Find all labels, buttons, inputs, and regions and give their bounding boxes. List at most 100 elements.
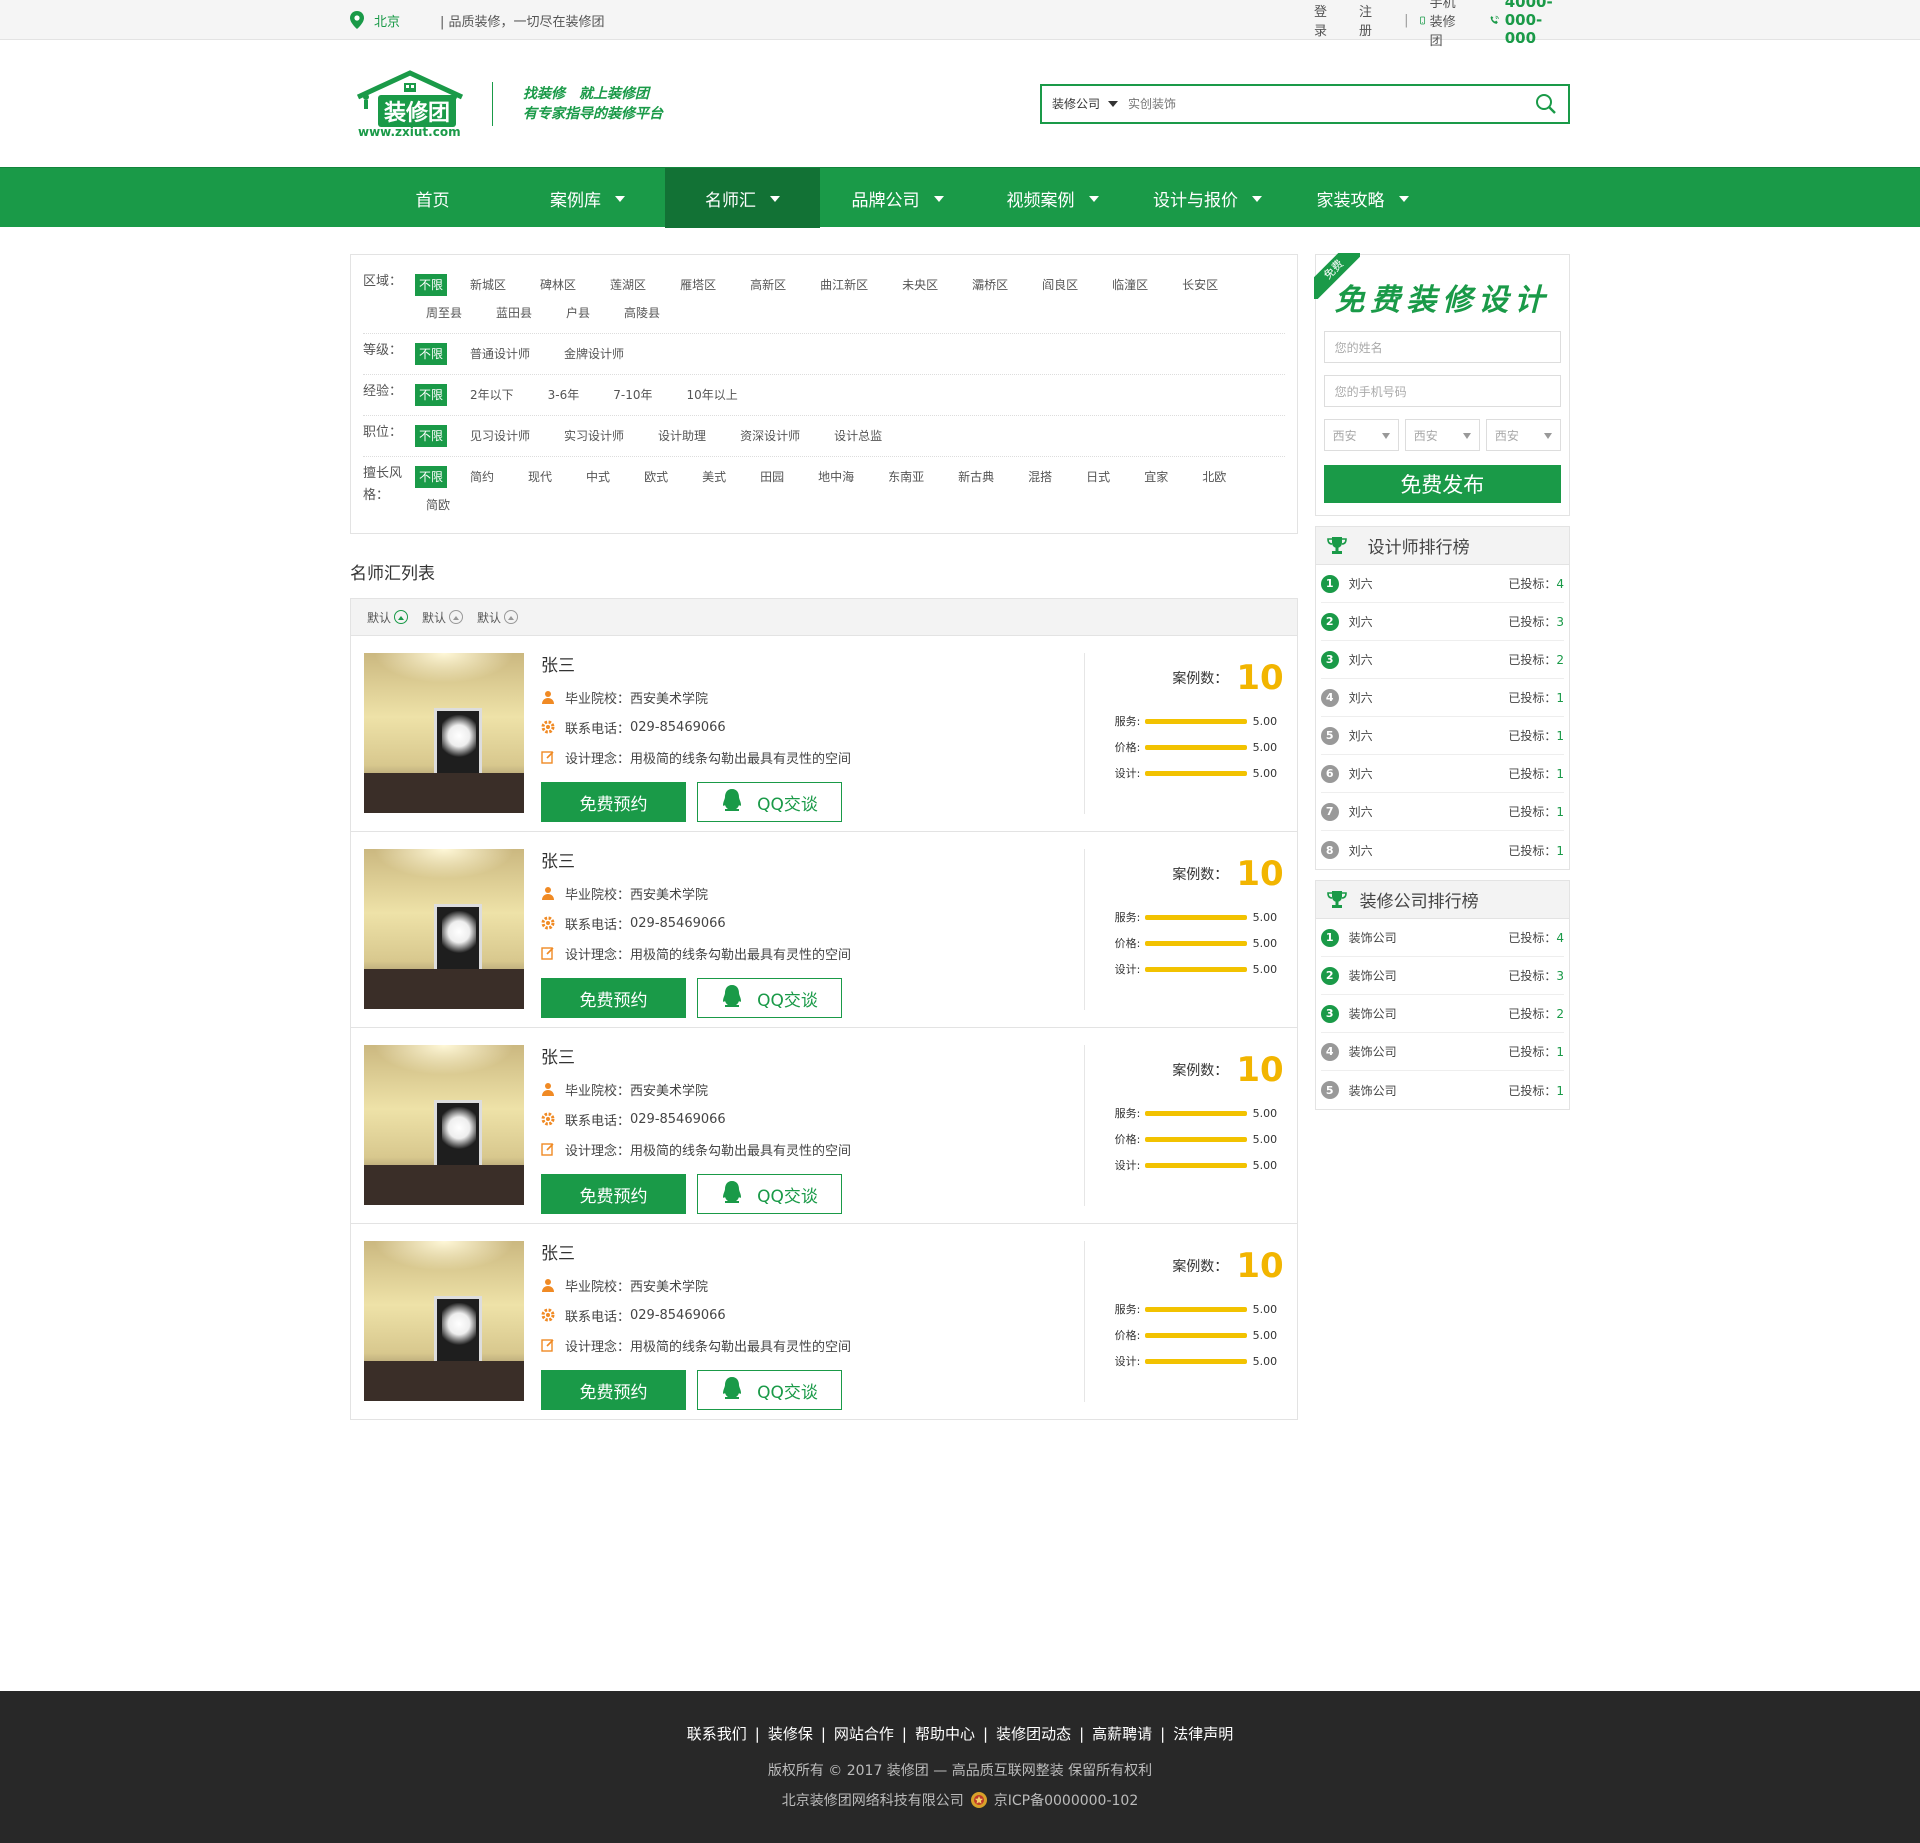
district-select[interactable]: 西安 [1485,419,1562,451]
sort-option[interactable]: 默认 [422,609,464,626]
designer-name[interactable]: 刘六 [1349,575,1373,592]
nav-item-1[interactable]: 案例库 [510,168,665,228]
city-label[interactable]: 北京 [374,11,400,30]
nav-item-5[interactable]: 设计与报价 [1130,168,1285,228]
designer-name[interactable]: 张三 [541,651,1061,676]
sort-option[interactable]: 默认 [477,609,519,626]
footer-link[interactable]: 联系我们 [687,1725,747,1743]
nav-item-2[interactable]: 名师汇 [665,168,820,228]
filter-option[interactable]: 不限 [415,274,448,296]
filter-option[interactable]: 不限 [415,466,448,488]
filter-option[interactable]: 新古典 [947,466,1005,488]
designer-rank-item[interactable]: 6 刘六 已投标：1 [1320,755,1564,793]
filter-option[interactable]: 新城区 [459,274,517,296]
company-name[interactable]: 装饰公司 [1349,929,1397,946]
nav-item-3[interactable]: 品牌公司 [820,168,975,228]
filter-option[interactable]: 雁塔区 [669,274,727,296]
company-rank-item[interactable]: 2 装饰公司 已投标：3 [1320,957,1564,995]
filter-option[interactable]: 美式 [691,466,737,488]
login-link[interactable]: 登录 [1314,1,1329,39]
search-input[interactable] [1128,85,1524,122]
designer-rank-item[interactable]: 1 刘六 已投标：4 [1320,565,1564,603]
designer-photo[interactable] [364,849,524,1009]
filter-option[interactable]: 阎良区 [1031,274,1089,296]
designer-name[interactable]: 刘六 [1349,842,1373,859]
company-name[interactable]: 装饰公司 [1349,967,1397,984]
designer-name[interactable]: 张三 [541,1043,1061,1068]
qq-chat-button[interactable]: QQ交谈 [697,782,842,822]
nav-item-0[interactable]: 首页 [355,168,510,228]
free-booking-button[interactable]: 免费预约 [541,782,686,822]
location-selector[interactable]: 北京 [350,11,400,30]
filter-option[interactable]: 资深设计师 [729,425,811,447]
filter-option[interactable]: 户县 [555,302,601,324]
filter-option[interactable]: 中式 [575,466,621,488]
filter-option[interactable]: 东南亚 [877,466,935,488]
footer-link[interactable]: 帮助中心 [915,1725,975,1743]
search-button[interactable] [1524,86,1568,122]
filter-option[interactable]: 见习设计师 [459,425,541,447]
free-booking-button[interactable]: 免费预约 [541,978,686,1018]
qq-chat-button[interactable]: QQ交谈 [697,1370,842,1410]
filter-option[interactable]: 曲江新区 [809,274,879,296]
designer-name[interactable]: 刘六 [1349,613,1373,630]
filter-option[interactable]: 蓝田县 [485,302,543,324]
filter-option[interactable]: 不限 [415,425,448,447]
designer-rank-item[interactable]: 8 刘六 已投标：1 [1320,831,1564,869]
designer-name[interactable]: 刘六 [1349,689,1373,706]
designer-name[interactable]: 刘六 [1349,651,1373,668]
filter-option[interactable]: 田园 [749,466,795,488]
filter-option[interactable]: 普通设计师 [459,343,541,365]
company-rank-item[interactable]: 1 装饰公司 已投标：4 [1320,919,1564,957]
filter-option[interactable]: 日式 [1075,466,1121,488]
company-name[interactable]: 装饰公司 [1349,1082,1397,1099]
filter-option[interactable]: 实习设计师 [553,425,635,447]
filter-option[interactable]: 2年以下 [459,384,525,406]
free-booking-button[interactable]: 免费预约 [541,1174,686,1214]
designer-rank-item[interactable]: 5 刘六 已投标：1 [1320,717,1564,755]
filter-option[interactable]: 未央区 [891,274,949,296]
nav-item-4[interactable]: 视频案例 [975,168,1130,228]
register-link[interactable]: 注册 [1359,1,1374,39]
designer-rank-item[interactable]: 7 刘六 已投标：1 [1320,793,1564,831]
search-category-select[interactable]: 装修公司 [1042,95,1128,112]
designer-photo[interactable] [364,1241,524,1401]
sort-option[interactable]: 默认 [367,609,409,626]
free-publish-button[interactable]: 免费发布 [1323,465,1561,503]
designer-name[interactable]: 刘六 [1349,803,1373,820]
filter-option[interactable]: 现代 [517,466,563,488]
filter-option[interactable]: 简约 [459,466,505,488]
designer-rank-item[interactable]: 3 刘六 已投标：2 [1320,641,1564,679]
company-rank-item[interactable]: 5 装饰公司 已投标：1 [1320,1071,1564,1109]
filter-option[interactable]: 长安区 [1171,274,1229,296]
filter-option[interactable]: 设计总监 [823,425,893,447]
designer-name[interactable]: 刘六 [1349,727,1373,744]
filter-option[interactable]: 碑林区 [529,274,587,296]
designer-name[interactable]: 张三 [541,847,1061,872]
company-rank-item[interactable]: 3 装饰公司 已投标：2 [1320,995,1564,1033]
filter-option[interactable]: 灞桥区 [961,274,1019,296]
filter-option[interactable]: 周至县 [415,302,473,324]
company-name[interactable]: 装饰公司 [1349,1005,1397,1022]
designer-rank-item[interactable]: 4 刘六 已投标：1 [1320,679,1564,717]
name-field[interactable]: 您的姓名 [1323,331,1561,363]
free-booking-button[interactable]: 免费预约 [541,1370,686,1410]
filter-option[interactable]: 欧式 [633,466,679,488]
company-rank-item[interactable]: 4 装饰公司 已投标：1 [1320,1033,1564,1071]
footer-link[interactable]: 法律声明 [1173,1725,1233,1743]
qq-chat-button[interactable]: QQ交谈 [697,1174,842,1214]
designer-name[interactable]: 刘六 [1349,765,1373,782]
nav-item-6[interactable]: 家装攻略 [1285,168,1440,228]
footer-link[interactable]: 网站合作 [834,1725,894,1743]
filter-option[interactable]: 不限 [415,384,448,406]
filter-option[interactable]: 北欧 [1191,466,1237,488]
footer-link[interactable]: 装修团动态 [996,1725,1071,1743]
designer-photo[interactable] [364,1045,524,1205]
filter-option[interactable]: 3-6年 [537,384,591,406]
filter-option[interactable]: 设计助理 [647,425,717,447]
filter-option[interactable]: 高新区 [739,274,797,296]
province-select[interactable]: 西安 [1323,419,1399,451]
phone-field[interactable]: 您的手机号码 [1323,375,1561,407]
filter-option[interactable]: 宜家 [1133,466,1179,488]
footer-link[interactable]: 高薪聘请 [1092,1725,1152,1743]
